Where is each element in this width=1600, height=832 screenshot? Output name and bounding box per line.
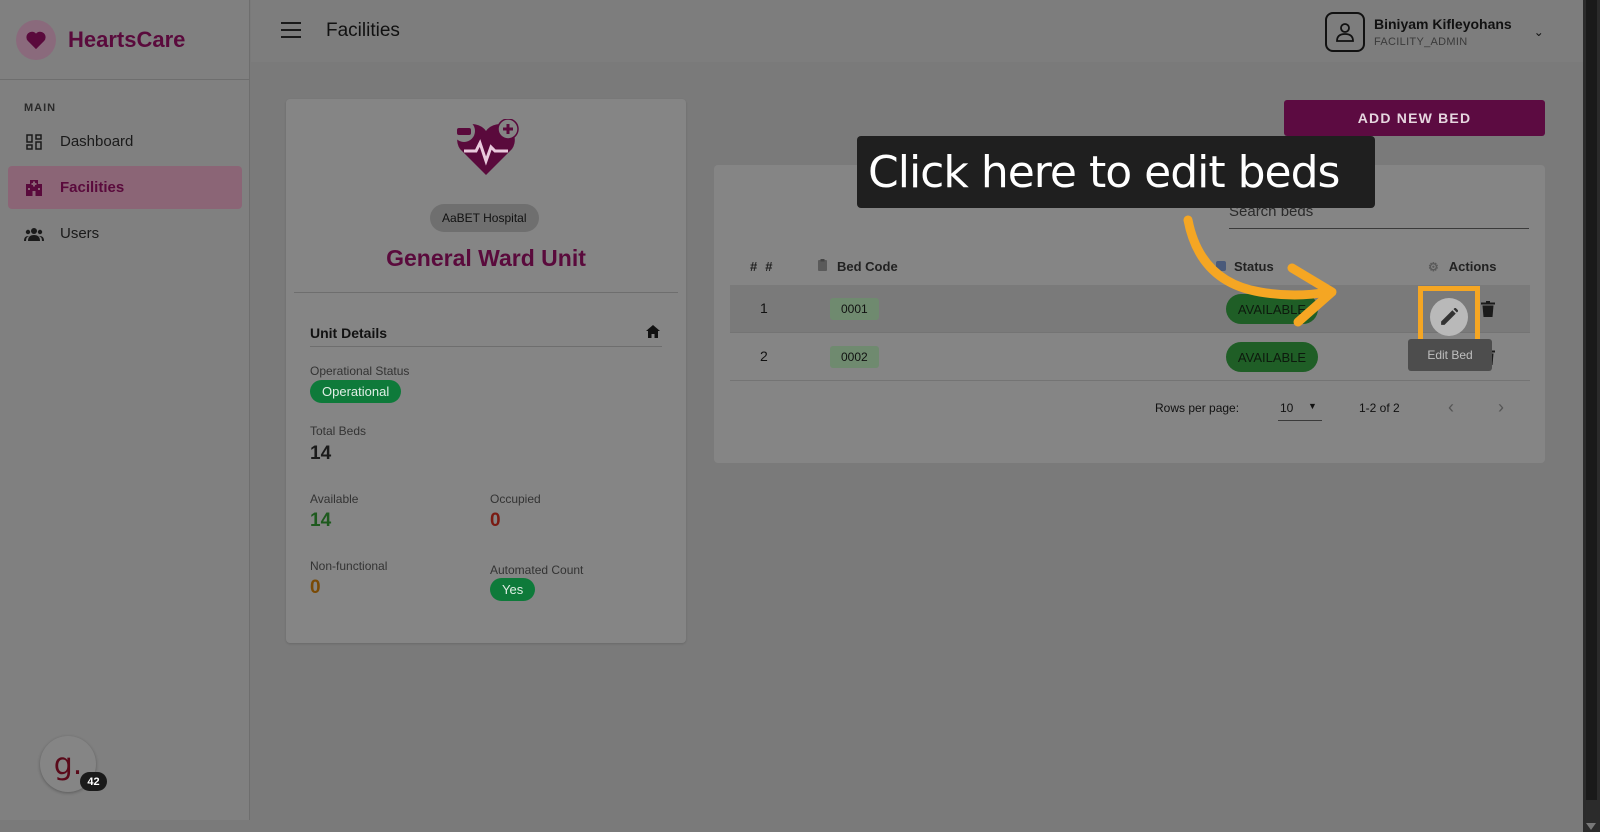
edit-bed-tooltip: Edit Bed bbox=[1408, 339, 1492, 371]
total-beds-label: Total Beds bbox=[310, 424, 367, 438]
table-row[interactable]: 1 0001 AVAILABLE bbox=[730, 285, 1530, 333]
users-icon bbox=[24, 224, 44, 244]
available-label: Available bbox=[310, 492, 359, 506]
heart-icon bbox=[16, 19, 56, 60]
hospital-icon bbox=[24, 178, 44, 198]
brand[interactable]: HeartsCare bbox=[0, 0, 249, 80]
page-bottom bbox=[0, 820, 1583, 832]
nonfunctional-value: 0 bbox=[310, 577, 321, 598]
add-new-bed-button[interactable]: ADD NEW BED bbox=[1284, 100, 1545, 136]
row-number: 2 bbox=[760, 348, 768, 364]
status-badge: AVAILABLE bbox=[1226, 342, 1318, 372]
sidebar-item-dashboard[interactable]: Dashboard bbox=[8, 120, 242, 163]
automated-count-badge: Yes bbox=[490, 578, 536, 601]
unit-details-header: Unit Details bbox=[310, 325, 662, 347]
heart-ambulance-icon bbox=[450, 118, 522, 179]
row-number: 1 bbox=[760, 300, 768, 316]
menu-icon[interactable] bbox=[281, 22, 301, 38]
bed-code-chip: 0001 bbox=[830, 298, 879, 320]
user-role: FACILITY_ADMIN bbox=[1374, 36, 1468, 48]
column-header-number: # # bbox=[750, 259, 773, 274]
user-menu[interactable]: Biniyam Kifleyohans FACILITY_ADMIN ⌄ bbox=[1325, 12, 1544, 52]
hash-icon: # bbox=[750, 259, 758, 274]
operational-status-badge: Operational bbox=[310, 380, 402, 403]
sidebar-item-label: Dashboard bbox=[60, 133, 134, 150]
scroll-down-icon[interactable] bbox=[1586, 823, 1596, 830]
available-value: 14 bbox=[310, 510, 332, 531]
arrow-icon bbox=[1183, 215, 1337, 327]
next-page-icon[interactable]: › bbox=[1498, 397, 1504, 418]
dashboard-icon bbox=[24, 132, 44, 152]
home-icon bbox=[646, 325, 660, 343]
notification-badge: 42 bbox=[80, 772, 107, 791]
previous-page-icon[interactable]: ‹ bbox=[1448, 397, 1454, 418]
sidebar-item-users[interactable]: Users bbox=[8, 212, 242, 255]
unit-card: AaBET Hospital General Ward Unit Unit De… bbox=[286, 99, 686, 643]
vertical-scrollbar[interactable] bbox=[1583, 0, 1600, 832]
divider bbox=[294, 292, 678, 293]
sidebar-item-label: Facilities bbox=[60, 179, 125, 196]
occupied-label: Occupied bbox=[490, 492, 541, 506]
total-beds-value: 14 bbox=[310, 443, 332, 464]
sidebar-item-label: Users bbox=[60, 225, 100, 242]
edit-icon[interactable] bbox=[1430, 298, 1468, 336]
clipboard-icon bbox=[818, 259, 827, 274]
gear-icon: ⚙ bbox=[1428, 259, 1439, 274]
chevron-down-icon[interactable]: ⌄ bbox=[1534, 25, 1544, 39]
page-title: Facilities bbox=[326, 20, 400, 41]
chevron-down-icon: ▼ bbox=[1308, 401, 1317, 411]
sidebar: HeartsCare MAIN Dashboard Facilities Use… bbox=[0, 0, 250, 820]
user-avatar-icon bbox=[1325, 12, 1365, 52]
column-header-bed-code[interactable]: Bed Code bbox=[818, 259, 898, 274]
rows-per-page-label: Rows per page: bbox=[1155, 401, 1240, 415]
nonfunctional-label: Non-functional bbox=[310, 559, 388, 573]
rows-per-page-select[interactable]: 10 ▼ bbox=[1278, 397, 1322, 421]
sidebar-section-label: MAIN bbox=[24, 102, 57, 114]
column-header-actions: ⚙ Actions bbox=[1428, 259, 1497, 274]
top-bar: Facilities Biniyam Kifleyohans FACILITY_… bbox=[251, 0, 1583, 62]
guide-callout: Click here to edit beds bbox=[857, 136, 1375, 208]
hospital-chip: AaBET Hospital bbox=[430, 204, 539, 232]
unit-details-title: Unit Details bbox=[310, 325, 388, 341]
operational-status-label: Operational Status bbox=[310, 364, 410, 378]
user-name: Biniyam Kifleyohans bbox=[1374, 16, 1512, 32]
pagination-range: 1-2 of 2 bbox=[1359, 401, 1400, 415]
bed-code-chip: 0002 bbox=[830, 346, 879, 368]
sidebar-item-facilities[interactable]: Facilities bbox=[8, 166, 242, 209]
occupied-value: 0 bbox=[490, 510, 501, 531]
brand-name: HeartsCare bbox=[68, 26, 186, 52]
unit-title: General Ward Unit bbox=[386, 245, 586, 271]
scrollbar-thumb[interactable] bbox=[1586, 0, 1597, 800]
automated-count-label: Automated Count bbox=[490, 563, 584, 577]
